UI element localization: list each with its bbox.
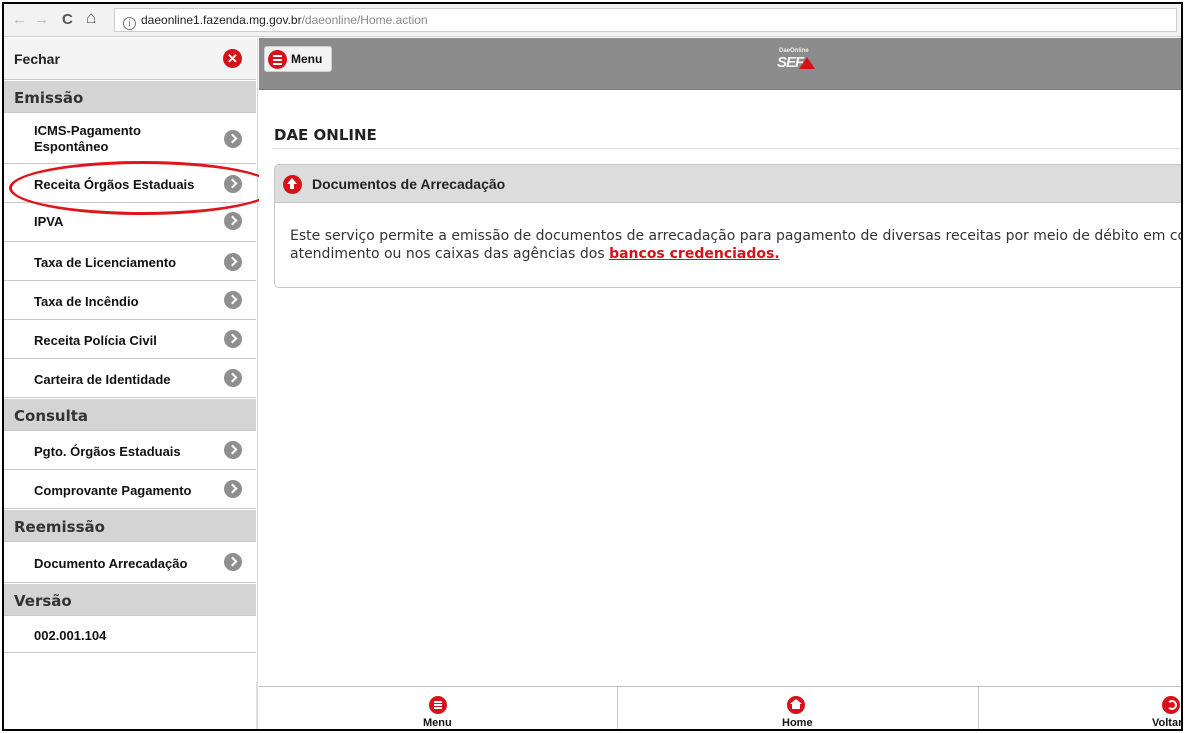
sidebar-item-label: Taxa de Incêndio — [34, 294, 139, 309]
menu-button-label: Menu — [291, 52, 323, 66]
info-icon[interactable]: i — [123, 17, 136, 30]
url-path: /daeonline/Home.action — [301, 13, 428, 27]
sidebar-close-row[interactable]: Fechar ✕ — [4, 38, 256, 80]
app-frame: ← → C ⌂ i daeonline1.fazenda.mg.gov.br/da… — [2, 2, 1183, 731]
panel-title: Documentos de Arrecadação — [312, 176, 506, 192]
reload-icon[interactable]: C — [62, 11, 73, 29]
section-title: Versão — [14, 592, 72, 610]
section-header-reemissao: Reemissão — [4, 510, 256, 542]
sidebar-item-label: Pgto. Órgãos Estaduais — [34, 444, 181, 459]
bottom-menu-label: Menu — [423, 717, 452, 729]
banks-link[interactable]: bancos credenciados. — [609, 246, 780, 262]
home-browser-icon[interactable]: ⌂ — [86, 9, 96, 27]
chevron-right-icon — [224, 441, 242, 459]
bottom-home-label: Home — [782, 717, 813, 729]
sidebar-item-policia-civil[interactable]: Receita Polícia Civil — [4, 321, 256, 359]
sidebar-item-label: Receita Órgãos Estaduais — [34, 177, 195, 192]
sidebar-item-label: Comprovante Pagamento — [34, 483, 192, 498]
sidebar-item-label: ICMS-Pagamento Espontâneo — [34, 123, 141, 154]
title-divider — [272, 148, 1181, 149]
sidebar-item-icms[interactable]: ICMS-Pagamento Espontâneo — [4, 114, 256, 164]
arrow-up-icon[interactable] — [283, 175, 302, 194]
chevron-right-icon — [224, 369, 242, 387]
chevron-right-icon — [224, 253, 242, 271]
page-title: DAE ONLINE — [274, 126, 377, 144]
sidebar-scrollbar[interactable] — [256, 682, 258, 729]
sidebar-item-carteira-identidade[interactable]: Carteira de Identidade — [4, 360, 256, 398]
chevron-right-icon — [224, 212, 242, 230]
sidebar-item-documento-arrecadacao[interactable]: Documento Arrecadação — [4, 543, 256, 583]
menu-button[interactable]: Menu — [264, 46, 332, 72]
chevron-right-icon — [224, 330, 242, 348]
bottom-menu-button[interactable]: Menu — [259, 687, 618, 729]
sidebar-item-pgto-orgaos[interactable]: Pgto. Órgãos Estaduais — [4, 432, 256, 470]
sidebar-item-comprovante[interactable]: Comprovante Pagamento — [4, 471, 256, 509]
menu-icon — [429, 696, 447, 714]
top-header: Menu DaeOnline SEF — [259, 38, 1181, 90]
section-title: Reemissão — [14, 518, 105, 536]
bottom-back-label: Voltar — [1152, 717, 1183, 729]
chevron-right-icon — [224, 175, 242, 193]
section-title: Consulta — [14, 407, 89, 425]
sidebar-item-receita-orgaos[interactable]: Receita Órgãos Estaduais — [4, 165, 256, 203]
sidebar-item-label: Taxa de Licenciamento — [34, 255, 177, 270]
bottom-home-button[interactable]: Home — [619, 687, 979, 729]
version-row: 002.001.104 — [4, 617, 256, 653]
sidebar-item-label: Carteira de Identidade — [34, 372, 171, 387]
sidebar-item-label: Documento Arrecadação — [34, 556, 188, 571]
address-bar[interactable]: i daeonline1.fazenda.mg.gov.br/daeonline/… — [114, 8, 1177, 32]
browser-toolbar: ← → C ⌂ i daeonline1.fazenda.mg.gov.br/da… — [4, 4, 1181, 37]
chevron-right-icon — [224, 553, 242, 571]
section-title: Emissão — [14, 89, 84, 107]
back-icon — [1162, 696, 1180, 714]
version-number: 002.001.104 — [34, 628, 107, 643]
close-label: Fechar — [14, 51, 60, 67]
sidebar: Fechar ✕ Emissão ICMS-Pagamento Espontân… — [4, 38, 258, 729]
panel-header[interactable]: Documentos de Arrecadação — [275, 165, 1181, 203]
chevron-right-icon — [224, 130, 242, 148]
sidebar-item-label: IPVA — [34, 214, 64, 229]
sidebar-item-taxa-incendio[interactable]: Taxa de Incêndio — [4, 282, 256, 320]
main-content: DAE ONLINE Documentos de Arrecadação Est… — [259, 91, 1181, 685]
sidebar-item-label: Receita Polícia Civil — [34, 333, 157, 348]
bottom-nav: Menu Home Voltar — [259, 686, 1183, 729]
url-host: daeonline1.fazenda.mg.gov.br — [141, 13, 302, 27]
sidebar-item-taxa-licenciamento[interactable]: Taxa de Licenciamento — [4, 243, 256, 281]
section-header-consulta: Consulta — [4, 399, 256, 431]
home-icon — [787, 696, 805, 714]
section-header-emissao: Emissão — [4, 81, 256, 113]
chevron-right-icon — [224, 480, 242, 498]
logo-triangle-icon — [799, 57, 815, 69]
chevron-right-icon — [224, 291, 242, 309]
section-header-versao: Versão — [4, 584, 256, 616]
back-arrow-icon[interactable]: ← — [12, 11, 27, 29]
sidebar-item-ipva[interactable]: IPVA — [4, 204, 256, 242]
bottom-back-button[interactable]: Voltar — [980, 687, 1183, 729]
panel-description: Este serviço permite a emissão de docume… — [290, 227, 1181, 263]
menu-icon — [268, 50, 287, 69]
info-panel: Documentos de Arrecadação Este serviço p… — [274, 164, 1181, 288]
close-icon[interactable]: ✕ — [223, 49, 242, 68]
sef-logo: DaeOnline SEF — [777, 48, 821, 72]
forward-arrow-icon[interactable]: → — [34, 11, 49, 29]
